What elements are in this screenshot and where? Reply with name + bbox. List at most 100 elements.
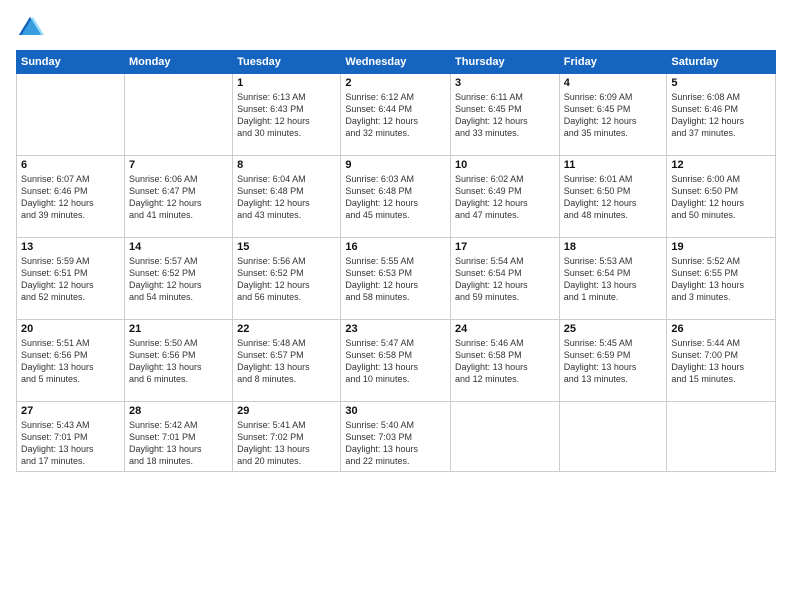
table-row: 28 Sunrise: 5:42 AM Sunset: 7:01 PM Dayli… (124, 402, 232, 472)
day-info: Sunrise: 5:59 AM Sunset: 6:51 PM Dayligh… (21, 255, 120, 304)
calendar-week-row: 27 Sunrise: 5:43 AM Sunset: 7:01 PM Dayli… (17, 402, 776, 472)
table-row: 21Sunrise: 5:50 AM Sunset: 6:56 PM Dayli… (124, 320, 232, 402)
day-info: Sunrise: 5:43 AM Sunset: 7:01 PM Dayligh… (21, 419, 120, 468)
table-row: 17 Sunrise: 5:54 AM Sunset: 6:54 PM Dayli… (451, 238, 560, 320)
day-number: 13 (21, 241, 120, 253)
table-row (667, 402, 776, 472)
table-row: 27 Sunrise: 5:43 AM Sunset: 7:01 PM Dayli… (17, 402, 125, 472)
day-info: Sunrise: 6:02 AM Sunset: 6:49 PM Dayligh… (455, 173, 555, 222)
table-row: 8 Sunrise: 6:04 AM Sunset: 6:48 PM Daylig… (233, 156, 341, 238)
table-row: 19Sunrise: 5:52 AM Sunset: 6:55 PM Dayli… (667, 238, 776, 320)
table-row: 5 Sunrise: 6:08 AM Sunset: 6:46 PM Daylig… (667, 74, 776, 156)
day-number: 5 (671, 77, 771, 89)
day-info: Sunrise: 5:48 AM Sunset: 6:57 PM Dayligh… (237, 337, 336, 386)
day-number: 12 (671, 159, 771, 171)
col-sunday: Sunday (17, 51, 125, 74)
table-row: 18 Sunrise: 5:53 AM Sunset: 6:54 PM Dayli… (559, 238, 667, 320)
day-number: 10 (455, 159, 555, 171)
col-saturday: Saturday (667, 51, 776, 74)
table-row: 4 Sunrise: 6:09 AM Sunset: 6:45 PM Daylig… (559, 74, 667, 156)
calendar-week-row: 20 Sunrise: 5:51 AM Sunset: 6:56 PM Dayli… (17, 320, 776, 402)
table-row: 11Sunrise: 6:01 AM Sunset: 6:50 PM Dayli… (559, 156, 667, 238)
day-number: 30 (345, 405, 446, 417)
day-info: Sunrise: 5:45 AM Sunset: 6:59 PM Dayligh… (564, 337, 663, 386)
day-number: 4 (564, 77, 663, 89)
table-row (17, 74, 125, 156)
table-row (451, 402, 560, 472)
table-row: 15Sunrise: 5:56 AM Sunset: 6:52 PM Dayli… (233, 238, 341, 320)
day-number: 2 (345, 77, 446, 89)
day-info: Sunrise: 5:54 AM Sunset: 6:54 PM Dayligh… (455, 255, 555, 304)
table-row: 26 Sunrise: 5:44 AM Sunset: 7:00 PM Dayli… (667, 320, 776, 402)
day-number: 26 (671, 323, 771, 335)
table-row: 1 Sunrise: 6:13 AM Sunset: 6:43 PM Daylig… (233, 74, 341, 156)
calendar-header-row: Sunday Monday Tuesday Wednesday Thursday… (17, 51, 776, 74)
table-row: 29Sunrise: 5:41 AM Sunset: 7:02 PM Dayli… (233, 402, 341, 472)
day-info: Sunrise: 6:11 AM Sunset: 6:45 PM Dayligh… (455, 91, 555, 140)
day-info: Sunrise: 5:40 AM Sunset: 7:03 PM Dayligh… (345, 419, 446, 468)
col-wednesday: Wednesday (341, 51, 451, 74)
day-number: 28 (129, 405, 228, 417)
calendar-week-row: 13 Sunrise: 5:59 AM Sunset: 6:51 PM Dayli… (17, 238, 776, 320)
day-info: Sunrise: 6:13 AM Sunset: 6:43 PM Dayligh… (237, 91, 336, 140)
table-row: 14Sunrise: 5:57 AM Sunset: 6:52 PM Dayli… (124, 238, 232, 320)
table-row: 6Sunrise: 6:07 AM Sunset: 6:46 PM Daylig… (17, 156, 125, 238)
table-row: 30 Sunrise: 5:40 AM Sunset: 7:03 PM Dayli… (341, 402, 451, 472)
day-info: Sunrise: 5:55 AM Sunset: 6:53 PM Dayligh… (345, 255, 446, 304)
table-row (124, 74, 232, 156)
day-info: Sunrise: 6:08 AM Sunset: 6:46 PM Dayligh… (671, 91, 771, 140)
logo-icon (16, 14, 44, 42)
calendar-week-row: 6Sunrise: 6:07 AM Sunset: 6:46 PM Daylig… (17, 156, 776, 238)
day-info: Sunrise: 5:57 AM Sunset: 6:52 PM Dayligh… (129, 255, 228, 304)
day-number: 16 (345, 241, 446, 253)
day-number: 6 (21, 159, 120, 171)
table-row (559, 402, 667, 472)
day-number: 7 (129, 159, 228, 171)
table-row: 3 Sunrise: 6:11 AM Sunset: 6:45 PM Daylig… (451, 74, 560, 156)
day-info: Sunrise: 6:03 AM Sunset: 6:48 PM Dayligh… (345, 173, 446, 222)
day-number: 22 (237, 323, 336, 335)
day-info: Sunrise: 6:00 AM Sunset: 6:50 PM Dayligh… (671, 173, 771, 222)
day-number: 11 (564, 159, 663, 171)
col-tuesday: Tuesday (233, 51, 341, 74)
table-row: 2 Sunrise: 6:12 AM Sunset: 6:44 PM Daylig… (341, 74, 451, 156)
table-row: 23 Sunrise: 5:47 AM Sunset: 6:58 PM Dayli… (341, 320, 451, 402)
day-number: 8 (237, 159, 336, 171)
day-info: Sunrise: 6:12 AM Sunset: 6:44 PM Dayligh… (345, 91, 446, 140)
col-thursday: Thursday (451, 51, 560, 74)
day-info: Sunrise: 5:41 AM Sunset: 7:02 PM Dayligh… (237, 419, 336, 468)
day-number: 1 (237, 77, 336, 89)
day-info: Sunrise: 5:56 AM Sunset: 6:52 PM Dayligh… (237, 255, 336, 304)
day-info: Sunrise: 5:44 AM Sunset: 7:00 PM Dayligh… (671, 337, 771, 386)
day-info: Sunrise: 5:42 AM Sunset: 7:01 PM Dayligh… (129, 419, 228, 468)
table-row: 10 Sunrise: 6:02 AM Sunset: 6:49 PM Dayli… (451, 156, 560, 238)
day-number: 21 (129, 323, 228, 335)
table-row: 7Sunrise: 6:06 AM Sunset: 6:47 PM Daylig… (124, 156, 232, 238)
day-info: Sunrise: 6:04 AM Sunset: 6:48 PM Dayligh… (237, 173, 336, 222)
day-number: 18 (564, 241, 663, 253)
day-number: 27 (21, 405, 120, 417)
table-row: 20 Sunrise: 5:51 AM Sunset: 6:56 PM Dayli… (17, 320, 125, 402)
table-row: 22 Sunrise: 5:48 AM Sunset: 6:57 PM Dayli… (233, 320, 341, 402)
day-number: 9 (345, 159, 446, 171)
calendar-table: Sunday Monday Tuesday Wednesday Thursday… (16, 50, 776, 472)
day-info: Sunrise: 6:09 AM Sunset: 6:45 PM Dayligh… (564, 91, 663, 140)
calendar-week-row: 1 Sunrise: 6:13 AM Sunset: 6:43 PM Daylig… (17, 74, 776, 156)
day-number: 23 (345, 323, 446, 335)
table-row: 16 Sunrise: 5:55 AM Sunset: 6:53 PM Dayli… (341, 238, 451, 320)
day-number: 3 (455, 77, 555, 89)
day-info: Sunrise: 5:47 AM Sunset: 6:58 PM Dayligh… (345, 337, 446, 386)
logo (16, 14, 48, 42)
day-number: 20 (21, 323, 120, 335)
table-row: 12 Sunrise: 6:00 AM Sunset: 6:50 PM Dayli… (667, 156, 776, 238)
day-info: Sunrise: 5:46 AM Sunset: 6:58 PM Dayligh… (455, 337, 555, 386)
day-info: Sunrise: 5:51 AM Sunset: 6:56 PM Dayligh… (21, 337, 120, 386)
day-number: 17 (455, 241, 555, 253)
day-info: Sunrise: 5:53 AM Sunset: 6:54 PM Dayligh… (564, 255, 663, 304)
page-container: Sunday Monday Tuesday Wednesday Thursday… (0, 0, 792, 482)
header (16, 14, 776, 42)
day-number: 25 (564, 323, 663, 335)
day-info: Sunrise: 5:52 AM Sunset: 6:55 PM Dayligh… (671, 255, 771, 304)
table-row: 13 Sunrise: 5:59 AM Sunset: 6:51 PM Dayli… (17, 238, 125, 320)
table-row: 25 Sunrise: 5:45 AM Sunset: 6:59 PM Dayli… (559, 320, 667, 402)
